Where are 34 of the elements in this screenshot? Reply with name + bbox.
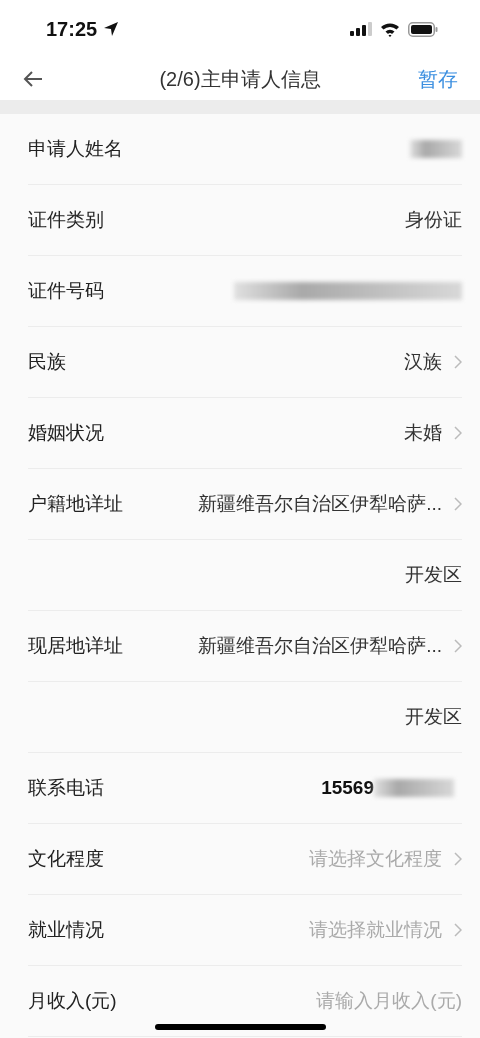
chevron-right-icon [454,497,462,511]
field-value[interactable]: 未婚 [404,420,442,446]
chevron-right-icon [454,923,462,937]
chevron-right-icon [454,852,462,866]
field-value[interactable]: 新疆维吾尔自治区伊犁哈萨... [198,633,442,659]
wifi-icon [380,21,400,37]
chevron-right-icon [454,426,462,440]
field-label: 证件号码 [28,279,104,303]
field-label: 现居地详址 [28,634,123,658]
location-arrow-icon [103,21,120,37]
field-value: 开发区 [405,705,462,729]
back-arrow-icon[interactable] [22,70,44,88]
page-title: (2/6)主申请人信息 [159,66,321,92]
field-label: 婚姻状况 [28,421,104,445]
redacted-value [410,140,462,158]
field-label: 月收入(元) [28,989,117,1013]
field-label: 户籍地详址 [28,492,123,516]
battery-icon [408,21,438,37]
income-input-field[interactable]: 请输入月收入(元) [262,990,462,1012]
field-label: 证件类别 [28,208,104,232]
field-value[interactable]: 新疆维吾尔自治区伊犁哈萨... [198,491,442,517]
field-label: 联系电话 [28,776,104,800]
field-label: 文化程度 [28,847,104,871]
field-value: 开发区 [405,563,462,587]
signal-icon [350,22,372,36]
field-label: 申请人姓名 [28,137,123,161]
chevron-right-icon [454,639,462,653]
status-time: 17:25 [46,17,98,41]
field-label: 民族 [28,350,66,374]
field-value: 身份证 [405,208,462,232]
field-label: 就业情况 [28,918,104,942]
phone-value: 15569 [321,777,374,799]
chevron-right-icon [454,355,462,369]
field-value[interactable]: 汉族 [404,349,442,375]
